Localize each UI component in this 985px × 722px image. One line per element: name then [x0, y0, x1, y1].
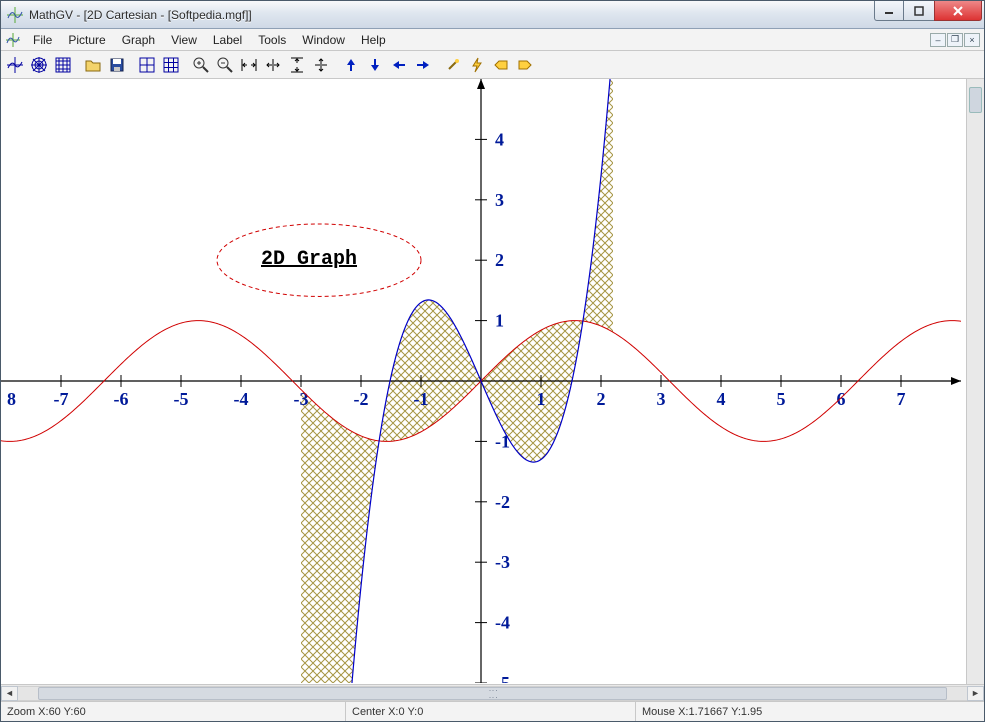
- scroll-thumb[interactable]: [38, 687, 947, 700]
- menu-label[interactable]: Label: [205, 31, 250, 49]
- wand-icon[interactable]: [441, 53, 465, 77]
- fit-vert-out-icon[interactable]: [309, 53, 333, 77]
- tag-left-icon[interactable]: [489, 53, 513, 77]
- mdi-window-controls: – ❐ ×: [930, 33, 980, 47]
- statusbar: Zoom X:60 Y:60 Center X:0 Y:0 Mouse X:1.…: [1, 701, 984, 721]
- arrow-up-icon[interactable]: [339, 53, 363, 77]
- svg-text:-2: -2: [495, 492, 510, 512]
- svg-text:-5: -5: [495, 673, 510, 683]
- window-title: MathGV - [2D Cartesian - [Softpedia.mgf]…: [29, 8, 982, 22]
- fit-vert-in-icon[interactable]: [285, 53, 309, 77]
- menu-picture[interactable]: Picture: [60, 31, 113, 49]
- titlebar: MathGV - [2D Cartesian - [Softpedia.mgf]…: [1, 1, 984, 29]
- content-area: -7 -6 -5 -4 -3 -2 -1 1 2 3 4 5 6 7 8 -5 -4 -3 -2 -1 1 2 3 4 2D …: [1, 79, 984, 701]
- status-mouse: Mouse X:1.71667 Y:1.95: [636, 702, 984, 721]
- zoom-out-icon[interactable]: [213, 53, 237, 77]
- menu-graph[interactable]: Graph: [114, 31, 163, 49]
- svg-text:-3: -3: [495, 552, 510, 572]
- svg-text:-5: -5: [174, 389, 189, 409]
- cartesian-2d-icon[interactable]: [3, 53, 27, 77]
- cartesian-3d-icon[interactable]: [51, 53, 75, 77]
- fit-horiz-out-icon[interactable]: [261, 53, 285, 77]
- status-center: Center X:0 Y:0: [346, 702, 636, 721]
- menu-file[interactable]: File: [25, 31, 60, 49]
- toolbar: [1, 51, 984, 79]
- svg-text:-3: -3: [294, 389, 309, 409]
- mdi-close-button[interactable]: ×: [964, 33, 980, 47]
- plot-canvas[interactable]: -7 -6 -5 -4 -3 -2 -1 1 2 3 4 5 6 7 8 -5 -4 -3 -2 -1 1 2 3 4 2D …: [1, 79, 984, 684]
- mdi-restore-button[interactable]: ❐: [947, 33, 963, 47]
- svg-text:-7: -7: [54, 389, 69, 409]
- close-button[interactable]: [934, 1, 982, 21]
- svg-text:-4: -4: [234, 389, 249, 409]
- vertical-scrollbar[interactable]: [969, 87, 982, 113]
- svg-text:6: 6: [837, 389, 846, 409]
- svg-text:3: 3: [657, 389, 666, 409]
- svg-text:2: 2: [597, 389, 606, 409]
- window-controls: [874, 1, 982, 21]
- app-window: MathGV - [2D Cartesian - [Softpedia.mgf]…: [0, 0, 985, 722]
- menubar: File Picture Graph View Label Tools Wind…: [1, 29, 984, 51]
- svg-text:-1: -1: [495, 431, 510, 451]
- svg-text:4: 4: [717, 389, 726, 409]
- maximize-button[interactable]: [904, 1, 934, 21]
- svg-text:4: 4: [495, 129, 504, 149]
- scroll-right-button[interactable]: ►: [967, 686, 984, 701]
- save-icon[interactable]: [105, 53, 129, 77]
- scroll-track[interactable]: [18, 686, 967, 701]
- zoom-in-icon[interactable]: [189, 53, 213, 77]
- arrow-right-icon[interactable]: [411, 53, 435, 77]
- svg-text:5: 5: [777, 389, 786, 409]
- mdi-minimize-button[interactable]: –: [930, 33, 946, 47]
- scroll-left-button[interactable]: ◄: [1, 686, 18, 701]
- svg-text:8: 8: [7, 389, 16, 409]
- svg-text:1: 1: [537, 389, 546, 409]
- app-icon: [7, 7, 23, 23]
- bolt-icon[interactable]: [465, 53, 489, 77]
- arrow-left-icon[interactable]: [387, 53, 411, 77]
- svg-text:-4: -4: [495, 613, 510, 633]
- svg-text:2: 2: [495, 250, 504, 270]
- fit-horiz-in-icon[interactable]: [237, 53, 261, 77]
- svg-text:-6: -6: [114, 389, 129, 409]
- polar-icon[interactable]: [27, 53, 51, 77]
- svg-text:7: 7: [897, 389, 906, 409]
- annotation-label[interactable]: 2D Graph: [261, 248, 357, 271]
- svg-text:-1: -1: [414, 389, 429, 409]
- svg-text:-2: -2: [354, 389, 369, 409]
- menu-view[interactable]: View: [163, 31, 205, 49]
- menu-window[interactable]: Window: [294, 31, 353, 49]
- tag-right-icon[interactable]: [513, 53, 537, 77]
- menu-help[interactable]: Help: [353, 31, 394, 49]
- svg-text:1: 1: [495, 311, 504, 331]
- horizontal-scrollbar[interactable]: ◄ ►: [1, 684, 984, 701]
- menu-tools[interactable]: Tools: [250, 31, 294, 49]
- minimize-button[interactable]: [874, 1, 904, 21]
- grid-large-icon[interactable]: [135, 53, 159, 77]
- svg-text:3: 3: [495, 190, 504, 210]
- grid-small-icon[interactable]: [159, 53, 183, 77]
- open-icon[interactable]: [81, 53, 105, 77]
- status-zoom: Zoom X:60 Y:60: [1, 702, 346, 721]
- mdi-doc-icon: [5, 32, 21, 48]
- arrow-down-icon[interactable]: [363, 53, 387, 77]
